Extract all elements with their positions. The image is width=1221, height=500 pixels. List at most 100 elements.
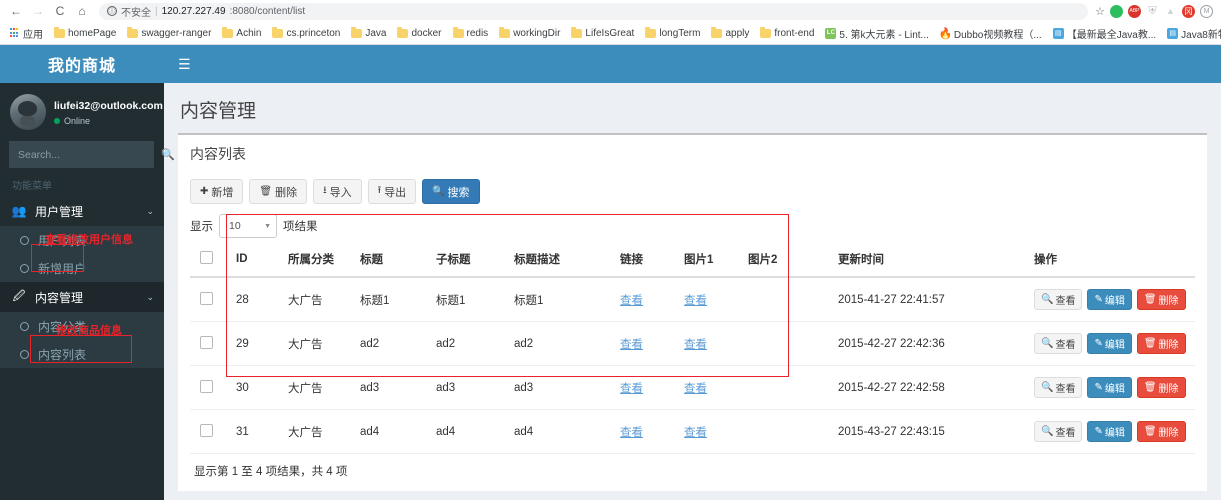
bookmark-java[interactable]: Java (346, 26, 391, 41)
sidebar-item-user-add[interactable]: 新增用户 (0, 254, 164, 282)
th-id[interactable]: ID (232, 244, 284, 278)
bookmark-label: Achin (236, 27, 262, 39)
folder-icon (499, 26, 511, 38)
row-view-button[interactable]: 🔍 查看 (1034, 333, 1083, 354)
th-updated[interactable]: 更新时间 (834, 244, 1030, 278)
bookmark-achin[interactable]: Achin (217, 26, 266, 41)
table-row[interactable]: 28 大广告 标题1 标题1 标题1 查看 查看 2015-41-27 22:4… (190, 277, 1195, 322)
row-checkbox-cell[interactable] (190, 277, 232, 322)
site-info-icon[interactable]: ⓘ (107, 6, 117, 16)
bookmark-java-tutorial[interactable]: ▤ 【最新最全Java教... (1048, 24, 1161, 43)
bookmark-java8[interactable]: ▤ Java8新特性及实战... (1162, 24, 1221, 43)
import-button[interactable]: ⭳ 导入 (313, 179, 362, 204)
bookmark-cs-princeton[interactable]: cs.princeton (267, 26, 345, 41)
address-bar[interactable]: ⓘ 不安全 | 120.27.227.49:8080/content/list (99, 2, 1089, 20)
delete-button[interactable]: 🗑 删除 (249, 179, 308, 204)
export-button[interactable]: ⭱ 导出 (367, 179, 417, 204)
th-img1[interactable]: 图片1 (680, 244, 744, 278)
gray-m-extension-icon[interactable]: M (1200, 4, 1213, 18)
link-view[interactable]: 查看 (620, 383, 643, 395)
sidebar-search-box[interactable]: 🔍 (9, 141, 175, 168)
img1-view[interactable]: 查看 (684, 339, 707, 351)
row-edit-button[interactable]: ✎ 编辑 (1087, 421, 1132, 442)
th-link[interactable]: 链接 (616, 244, 680, 278)
bookmark-docker[interactable]: docker (392, 26, 446, 41)
search-icon[interactable]: 🔍 (161, 148, 175, 161)
bookmark-label: homePage (68, 27, 117, 39)
sidebar-item-content-management[interactable]: 🖉 内容管理 ⌄ (0, 282, 164, 312)
row-checkbox[interactable] (200, 291, 213, 305)
bookmark-apps[interactable]: 应用 (5, 24, 48, 43)
bookmark-front-end[interactable]: front-end (755, 26, 819, 41)
circle-icon (20, 263, 29, 273)
link-view[interactable]: 查看 (620, 295, 643, 307)
reload-button[interactable]: C (50, 1, 70, 21)
cell-description: ad2 (510, 321, 616, 366)
page-length-select[interactable]: 10 ▼ (219, 214, 277, 238)
img1-view[interactable]: 查看 (684, 383, 707, 395)
row-edit-button[interactable]: ✎ 编辑 (1087, 289, 1132, 310)
table-row[interactable]: 30 大广告 ad3 ad3 ad3 查看 查看 2015-42-27 22:4… (190, 365, 1195, 410)
row-view-button[interactable]: 🔍 查看 (1034, 377, 1083, 398)
row-delete-button[interactable]: 🗑 删除 (1136, 421, 1186, 442)
link-view[interactable]: 查看 (620, 427, 643, 439)
search-button[interactable]: 🔍 搜索 (422, 179, 480, 204)
bookmark-dubbo[interactable]: 🔥 Dubbo视频教程（... (935, 24, 1047, 43)
app-logo[interactable]: 我的商城 (0, 45, 164, 83)
bookmark-swagger-ranger[interactable]: swagger-ranger (122, 26, 216, 41)
row-action-buttons: 🔍 查看 ✎ 编辑 🗑 删除 (1034, 333, 1191, 354)
row-delete-button[interactable]: 🗑 删除 (1136, 289, 1186, 310)
bookmark-redis[interactable]: redis (448, 26, 494, 41)
hamburger-icon[interactable]: ☰ (164, 57, 205, 71)
row-view-button[interactable]: 🔍 查看 (1034, 421, 1083, 442)
sidebar-item-content-list[interactable]: 内容列表 (0, 340, 164, 368)
link-view[interactable]: 查看 (620, 339, 643, 351)
row-checkbox[interactable] (200, 335, 213, 349)
select-all-checkbox[interactable] (200, 251, 213, 264)
shield-extension-icon[interactable]: ⛨ (1146, 5, 1159, 18)
row-checkbox-cell[interactable] (190, 321, 232, 366)
red-app-extension-icon[interactable]: 冈 (1182, 4, 1195, 18)
bookmark-apply[interactable]: apply (706, 26, 754, 41)
back-button[interactable]: ← (6, 1, 26, 21)
sidebar-item-user-management[interactable]: 👥 用户管理 ⌄ (0, 196, 164, 226)
bookmark-star-icon[interactable]: ☆ (1095, 5, 1105, 18)
img1-view[interactable]: 查看 (684, 295, 707, 307)
add-button[interactable]: ✚ 新增 (190, 179, 244, 204)
th-category[interactable]: 所属分类 (284, 244, 356, 278)
bookmark-longterm[interactable]: longTerm (640, 26, 705, 41)
bookmark-workingdir[interactable]: workingDir (494, 26, 565, 41)
adblock-plus-extension-icon[interactable]: ABP (1128, 4, 1141, 18)
row-checkbox[interactable] (200, 379, 213, 393)
row-delete-button[interactable]: 🗑 删除 (1136, 333, 1186, 354)
cell-category: 大广告 (284, 277, 356, 322)
table-row[interactable]: 31 大广告 ad4 ad4 ad4 查看 查看 2015-43-27 22:4… (190, 409, 1195, 454)
search-input[interactable] (10, 148, 161, 161)
th-description[interactable]: 标题描述 (510, 244, 616, 278)
forward-button[interactable]: → (28, 1, 48, 21)
th-img2[interactable]: 图片2 (744, 244, 834, 278)
bookmark-homepage[interactable]: homePage (49, 26, 121, 41)
trash-icon: 🗑 (1143, 294, 1157, 305)
evernote-extension-icon[interactable] (1110, 4, 1123, 18)
bookmark-lintcode[interactable]: LC 5. 第k大元素 - Lint... (820, 24, 933, 43)
home-button[interactable]: ⌂ (72, 1, 92, 21)
row-edit-button[interactable]: ✎ 编辑 (1087, 377, 1132, 398)
bookmark-lifeisgreat[interactable]: LifeIsGreat (566, 26, 639, 41)
row-view-button[interactable]: 🔍 查看 (1034, 289, 1083, 310)
cell-updated: 2015-41-27 22:41:57 (834, 277, 1030, 322)
page-title: 内容管理 (180, 101, 257, 122)
th-subtitle[interactable]: 子标题 (432, 244, 510, 278)
row-checkbox[interactable] (200, 423, 213, 437)
row-delete-button[interactable]: 🗑 删除 (1136, 377, 1186, 398)
cell-title: ad4 (356, 409, 432, 454)
row-checkbox-cell[interactable] (190, 409, 232, 454)
img1-view[interactable]: 查看 (684, 427, 707, 439)
th-title[interactable]: 标题 (356, 244, 432, 278)
table-row[interactable]: 29 大广告 ad2 ad2 ad2 查看 查看 2015-42-27 22:4… (190, 321, 1195, 366)
top-navbar: ☰ (164, 45, 1221, 83)
row-edit-button[interactable]: ✎ 编辑 (1087, 333, 1132, 354)
th-select-all[interactable] (190, 244, 232, 278)
row-checkbox-cell[interactable] (190, 365, 232, 410)
pyramid-extension-icon[interactable]: ▲ (1164, 5, 1177, 18)
